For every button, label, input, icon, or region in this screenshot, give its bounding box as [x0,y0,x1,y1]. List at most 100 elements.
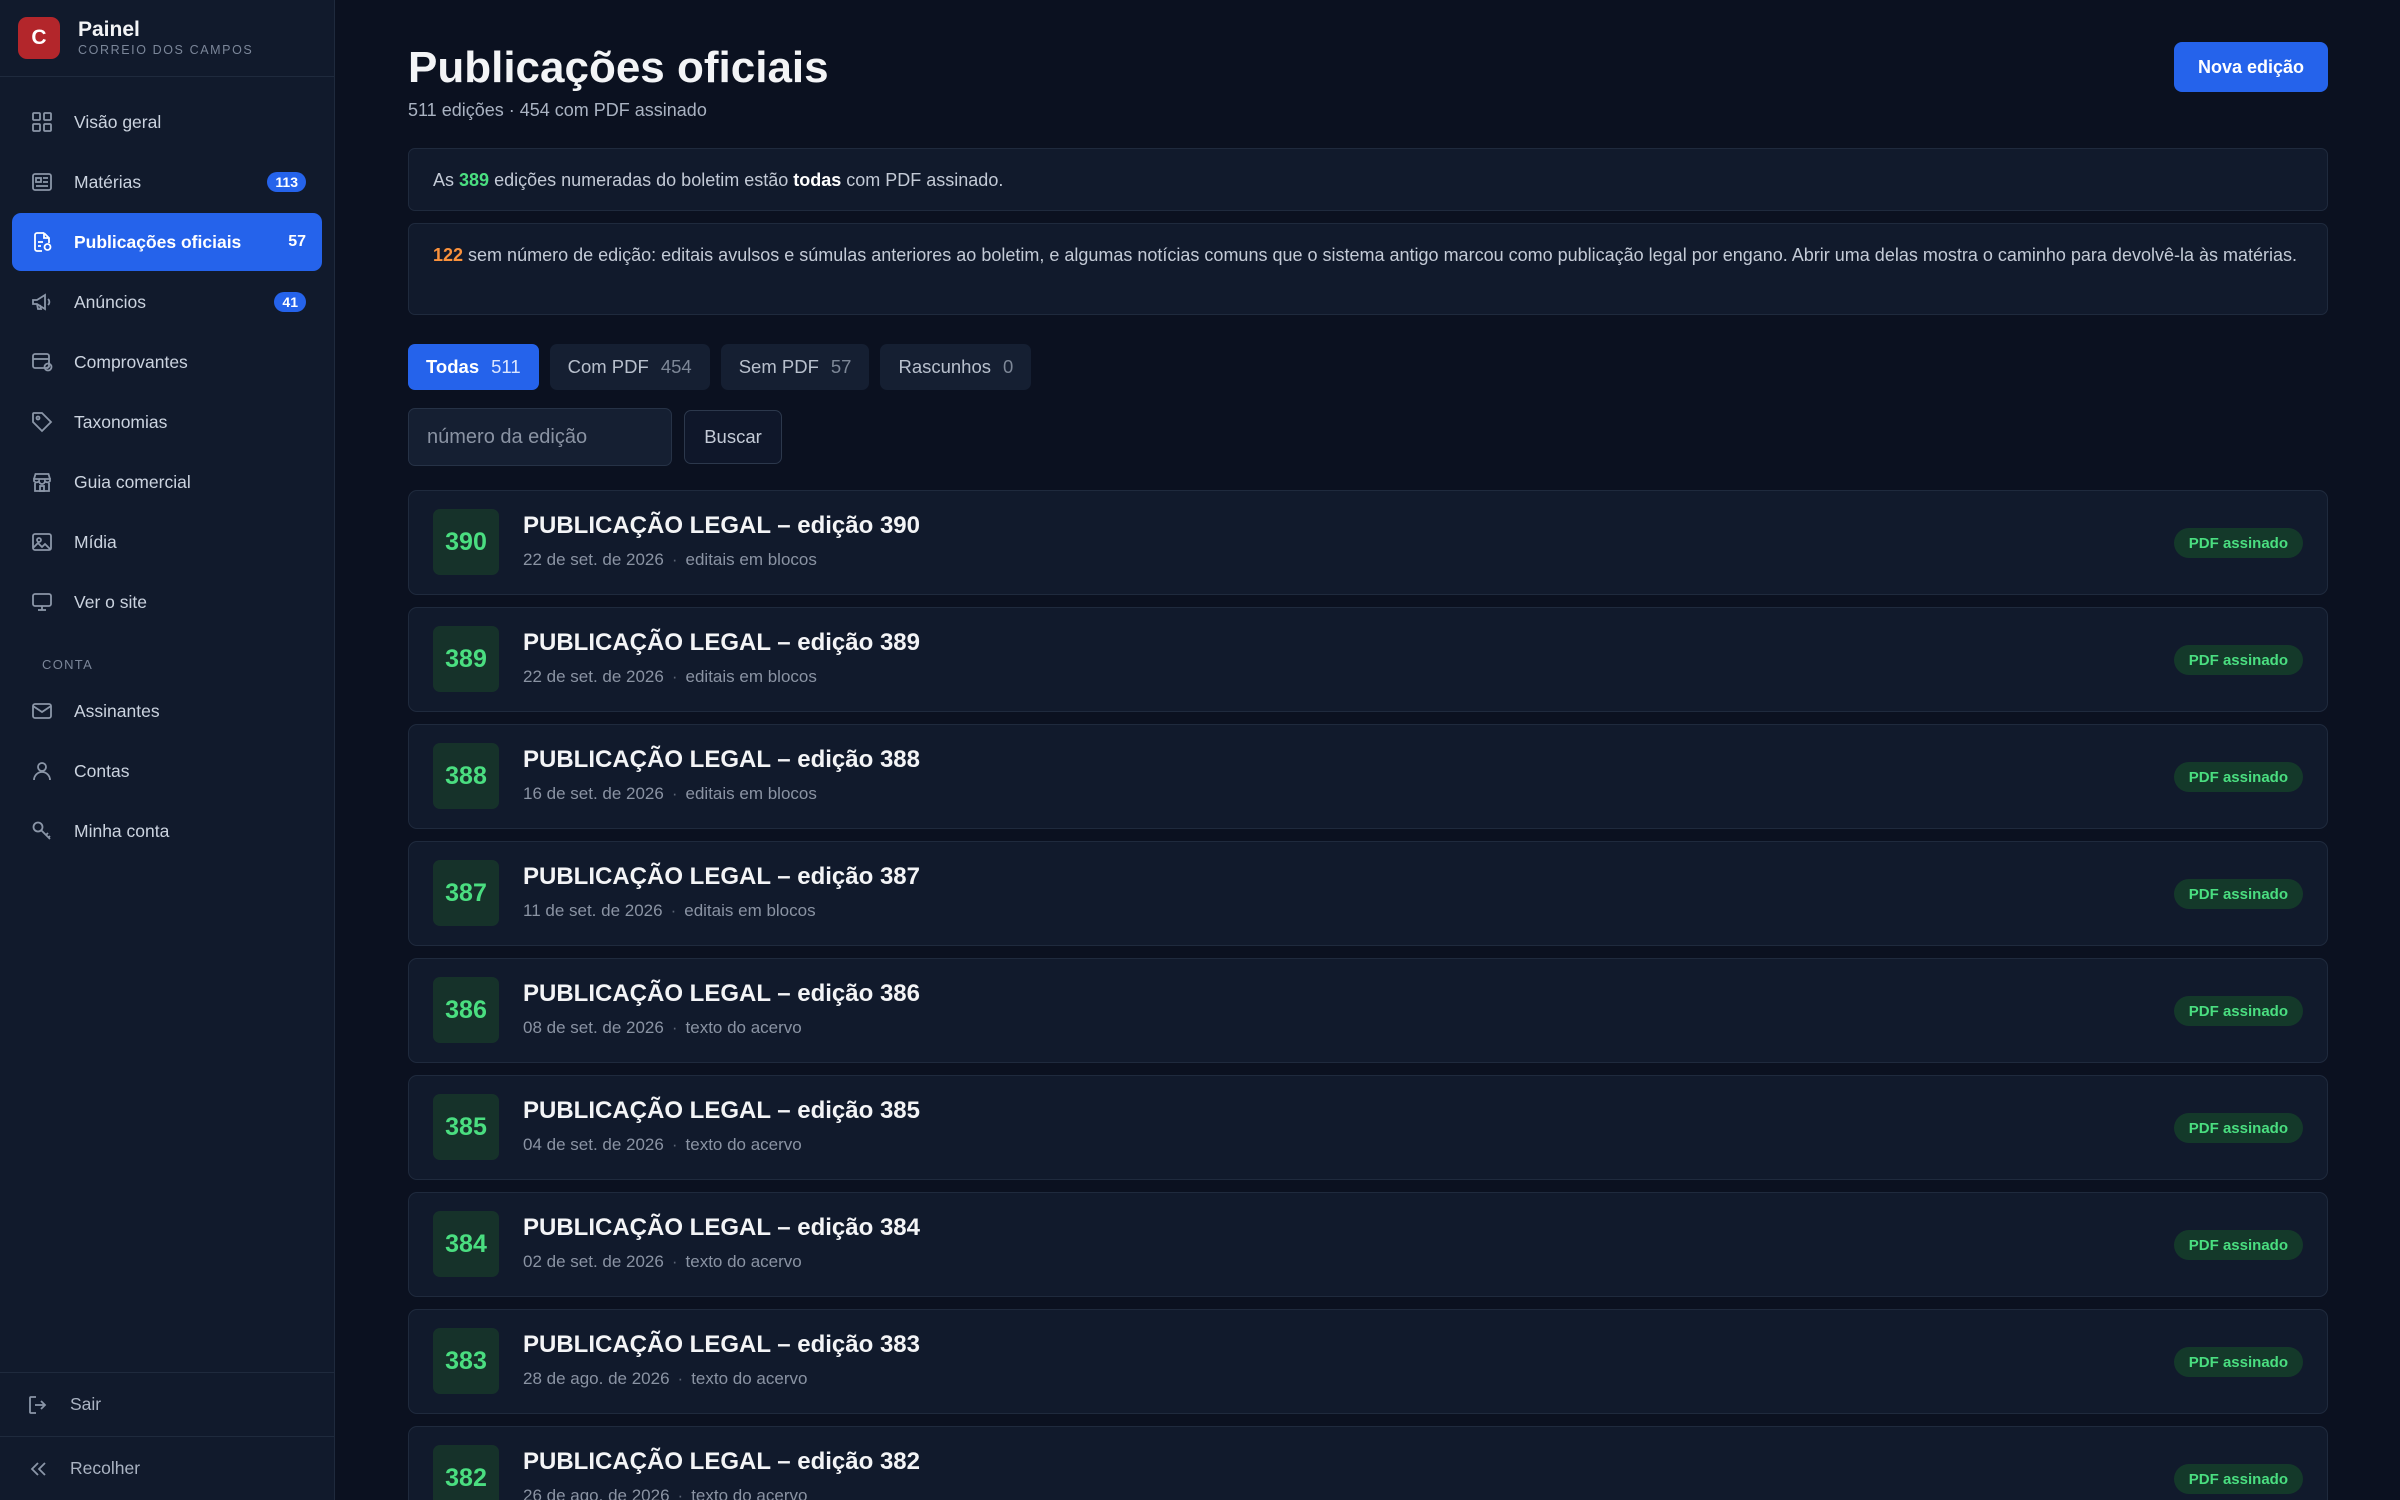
grid-icon [30,110,54,134]
sidebar-item-label: Ver o site [74,591,147,612]
edition-date: 08 de set. de 2026 [523,1018,664,1037]
edition-number: 383 [433,1328,499,1394]
list-item[interactable]: 384 PUBLICAÇÃO LEGAL – edição 384 02 de … [408,1192,2328,1297]
list-item[interactable]: 383 PUBLICAÇÃO LEGAL – edição 383 28 de … [408,1309,2328,1414]
edition-date: 11 de set. de 2026 [523,901,663,920]
notice-text: As 389 edições numeradas do boletim estã… [433,166,1003,194]
logout-button[interactable]: Sair [0,1372,334,1436]
tab-count: 57 [830,356,852,377]
collapse-sidebar-button[interactable]: Recolher [0,1436,334,1500]
separator-dot: · [671,1018,678,1037]
new-edition-button[interactable]: Nova edição [2173,42,2328,92]
sidebar-item-materias[interactable]: Matérias 113 [12,153,322,211]
sidebar-item-label: Publicações oficiais [74,231,242,252]
key-icon [30,819,54,843]
edition-date: 02 de set. de 2026 [523,1252,664,1271]
tab-label: Com PDF [567,356,649,377]
edition-meta: 22 de set. de 2026 · editais em blocos [523,666,817,688]
edition-meta: 28 de ago. de 2026 · texto do acervo [523,1368,807,1390]
tab-todas[interactable]: Todas 511 [408,344,539,390]
tab-rascunhos[interactable]: Rascunhos 0 [880,344,1032,390]
edition-title: PUBLICAÇÃO LEGAL – edição 383 [523,1331,920,1358]
notice-text-part: sem número de edição: editais avulsos e … [463,245,2298,265]
edition-number: 388 [433,743,499,809]
sidebar-item-midia[interactable]: Mídia [12,513,322,571]
sidebar-nav: Visão geral Matérias 113 Publicações ofi… [0,77,334,860]
status-badge: PDF assinado [2173,996,2303,1026]
list-item[interactable]: 389 PUBLICAÇÃO LEGAL – edição 389 22 de … [408,607,2328,712]
sidebar-item-label: Guia comercial [74,471,191,492]
edition-title: PUBLICAÇÃO LEGAL – edição 382 [523,1448,920,1475]
chevrons-left-icon [26,1457,50,1481]
list-item[interactable]: 388 PUBLICAÇÃO LEGAL – edição 388 16 de … [408,724,2328,829]
edition-date: 22 de set. de 2026 [523,667,664,686]
edition-meta: 22 de set. de 2026 · editais em blocos [523,549,817,571]
edition-number: 382 [433,1445,499,1500]
separator-dot: · [671,550,678,569]
sidebar-item-contas[interactable]: Contas [12,742,322,800]
tag-icon [30,410,54,434]
count-badge: 113 [267,172,306,192]
edition-meta: 04 de set. de 2026 · texto do acervo [523,1134,802,1156]
edition-meta: 08 de set. de 2026 · texto do acervo [523,1017,802,1039]
edition-title: PUBLICAÇÃO LEGAL – edição 384 [523,1214,920,1241]
tab-com-pdf[interactable]: Com PDF 454 [549,344,710,390]
brand-text: Painel CORREIO DOS CAMPOS [78,18,253,58]
notice-emphasis: todas [793,169,842,190]
edition-title: PUBLICAÇÃO LEGAL – edição 390 [523,512,920,539]
mail-icon [30,699,54,723]
logout-label: Sair [70,1394,102,1414]
edition-kind: editais em blocos [685,784,817,803]
filter-tabs: Todas 511 Com PDF 454 Sem PDF 57 Rascunhos 0 [408,344,1032,390]
sidebar-item-label: Mídia [74,531,117,552]
separator-dot: · [677,1369,684,1388]
sidebar-item-visao-geral[interactable]: Visão geral [12,93,322,151]
list-item[interactable]: 390 PUBLICAÇÃO LEGAL – edição 390 22 de … [408,490,2328,595]
image-icon [30,530,54,554]
edition-number-input[interactable] [408,408,672,466]
sidebar-item-taxonomias[interactable]: Taxonomias [12,393,322,451]
edition-title: PUBLICAÇÃO LEGAL – edição 386 [523,980,920,1007]
brand[interactable]: C Painel CORREIO DOS CAMPOS [0,0,334,77]
search-button[interactable]: Buscar [684,410,782,464]
edition-date: 26 de ago. de 2026 [523,1486,670,1500]
separator-dot: · [671,784,678,803]
page-subtitle: 511 edições · 454 com PDF assinado [408,100,707,120]
sidebar-item-label: Contas [74,760,130,781]
edition-date: 22 de set. de 2026 [523,550,664,569]
sidebar-item-guia-comercial[interactable]: Guia comercial [12,453,322,511]
list-item[interactable]: 387 PUBLICAÇÃO LEGAL – edição 387 11 de … [408,841,2328,946]
tab-count: 454 [660,356,692,377]
edition-number: 389 [433,626,499,692]
numbered-count: 389 [459,169,490,190]
edition-date: 28 de ago. de 2026 [523,1369,670,1388]
sidebar-item-assinantes[interactable]: Assinantes [12,682,322,740]
edition-kind: editais em blocos [685,550,817,569]
edition-date: 16 de set. de 2026 [523,784,664,803]
edition-kind: texto do acervo [685,1018,802,1037]
user-icon [30,759,54,783]
edition-meta: 11 de set. de 2026 · editais em blocos [523,900,816,922]
sidebar-item-label: Comprovantes [74,351,188,372]
status-badge: PDF assinado [2173,879,2303,909]
list-item[interactable]: 386 PUBLICAÇÃO LEGAL – edição 386 08 de … [408,958,2328,1063]
count-badge: 57 [288,233,306,250]
edition-kind: editais em blocos [685,667,817,686]
info-notice: As 389 edições numeradas do boletim estã… [408,148,2328,211]
tab-count: 0 [1003,356,1014,377]
edition-number: 390 [433,509,499,575]
tab-label: Sem PDF [738,356,819,377]
unnumbered-count: 122 [433,245,464,265]
brand-subtitle: CORREIO DOS CAMPOS [78,43,254,57]
sidebar-item-minha-conta[interactable]: Minha conta [12,802,322,860]
tab-count: 511 [491,356,521,377]
tab-sem-pdf[interactable]: Sem PDF 57 [720,344,870,390]
sidebar-item-anuncios[interactable]: Anúncios 41 [12,273,322,331]
sidebar-item-comprovantes[interactable]: Comprovantes [12,333,322,391]
sidebar-item-ver-o-site[interactable]: Ver o site [12,573,322,631]
sidebar-item-label: Taxonomias [74,411,168,432]
list-item[interactable]: 382 PUBLICAÇÃO LEGAL – edição 382 26 de … [408,1426,2328,1500]
sidebar-item-publicacoes-oficiais[interactable]: Publicações oficiais 57 [12,213,322,271]
list-item[interactable]: 385 PUBLICAÇÃO LEGAL – edição 385 04 de … [408,1075,2328,1180]
edition-meta: 16 de set. de 2026 · editais em blocos [523,783,817,805]
